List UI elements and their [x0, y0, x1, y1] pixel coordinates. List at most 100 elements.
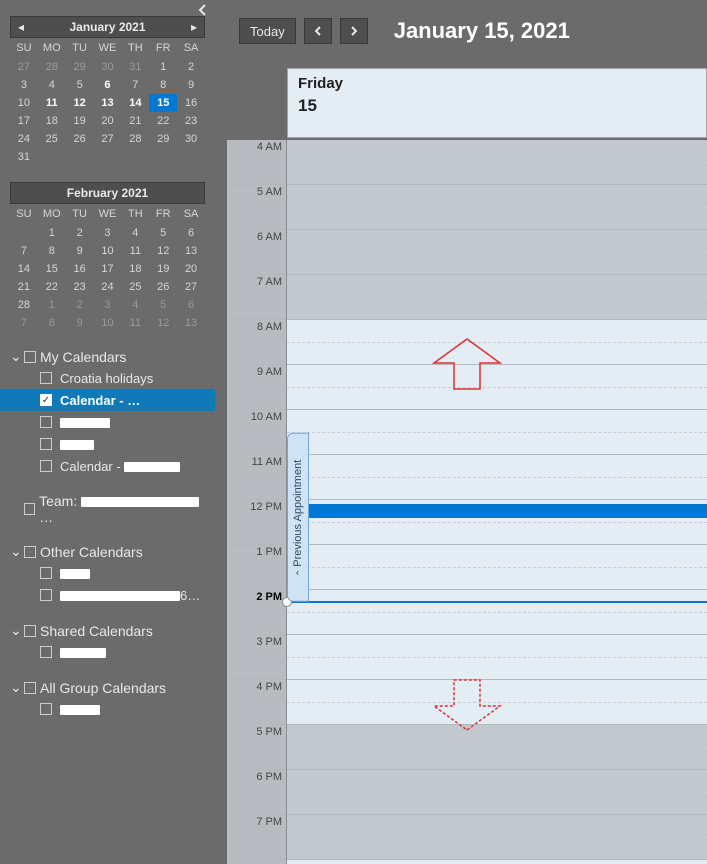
mini-calendar-day[interactable]: 29 [66, 58, 94, 76]
time-slot[interactable] [287, 230, 707, 275]
calendar-checkbox[interactable] [40, 703, 52, 715]
mini-calendar-day[interactable]: 13 [177, 314, 205, 332]
mini-calendar-day[interactable]: 2 [66, 296, 94, 314]
mini-calendar-day[interactable]: 27 [10, 58, 38, 76]
mini-cal-next-button[interactable]: ▸ [184, 20, 204, 34]
time-slot[interactable] [287, 680, 707, 725]
calendar-checkbox[interactable] [40, 646, 52, 658]
mini-calendar-day[interactable]: 21 [121, 112, 149, 130]
calendar-checkbox[interactable] [40, 589, 52, 601]
mini-calendar-day[interactable]: 3 [10, 76, 38, 94]
mini-calendar-day[interactable]: 28 [121, 130, 149, 148]
mini-calendar-day[interactable]: 14 [121, 94, 149, 112]
mini-calendar-day[interactable]: 12 [149, 242, 177, 260]
group-checkbox[interactable] [24, 546, 36, 558]
mini-calendar-day[interactable]: 5 [149, 224, 177, 242]
mini-calendar-day[interactable]: 6 [177, 224, 205, 242]
calendar-item[interactable] [0, 411, 215, 433]
mini-calendar-day[interactable]: 6 [177, 296, 205, 314]
mini-calendar-day[interactable]: 7 [10, 242, 38, 260]
time-slot[interactable] [287, 590, 707, 635]
mini-calendar-day[interactable]: 21 [10, 278, 38, 296]
mini-calendar-day[interactable]: 1 [38, 296, 66, 314]
calendar-item[interactable]: 62605.o... [0, 584, 215, 606]
mini-calendar-day[interactable]: 4 [38, 76, 66, 94]
mini-calendar-day[interactable]: 11 [121, 242, 149, 260]
mini-calendar-day[interactable]: 31 [121, 58, 149, 76]
mini-calendar-day[interactable]: 8 [149, 76, 177, 94]
group-checkbox[interactable] [24, 625, 36, 637]
mini-calendar-day[interactable]: 1 [149, 58, 177, 76]
mini-calendar-day[interactable]: 10 [94, 242, 122, 260]
time-slot[interactable] [287, 545, 707, 590]
mini-calendar-day[interactable]: 30 [94, 58, 122, 76]
calendar-group-header[interactable]: ⌄Other Calendars [0, 541, 215, 562]
time-slot[interactable] [287, 455, 707, 500]
mini-calendar-day[interactable]: 17 [94, 260, 122, 278]
mini-calendar-day[interactable]: 18 [38, 112, 66, 130]
group-checkbox[interactable] [24, 682, 36, 694]
mini-calendar-day[interactable]: 8 [38, 314, 66, 332]
mini-calendar-day[interactable]: 31 [10, 148, 38, 166]
prev-day-button[interactable] [304, 18, 332, 44]
calendar-item[interactable] [0, 562, 215, 584]
mini-calendar-day[interactable]: 20 [94, 112, 122, 130]
mini-calendar-day[interactable]: 29 [149, 130, 177, 148]
mini-calendar-day[interactable]: 9 [177, 76, 205, 94]
mini-calendar-day[interactable]: 6 [94, 76, 122, 94]
calendar-group-header[interactable]: ⌄My Calendars [0, 346, 215, 367]
day-header[interactable]: Friday 15 [287, 68, 707, 138]
mini-calendar-day[interactable]: 13 [177, 242, 205, 260]
mini-calendar-day[interactable]: 12 [66, 94, 94, 112]
time-slot[interactable] [287, 770, 707, 815]
calendar-item[interactable]: ✓Calendar - [0, 389, 215, 411]
calendar-item[interactable]: Croatia holidays [0, 367, 215, 389]
mini-calendar-day[interactable]: 11 [121, 314, 149, 332]
calendar-item[interactable] [0, 698, 215, 720]
mini-calendar-day[interactable]: 16 [177, 94, 205, 112]
mini-calendar-day[interactable]: 28 [38, 58, 66, 76]
mini-calendar-day[interactable]: 9 [66, 314, 94, 332]
mini-calendar-day[interactable]: 27 [94, 130, 122, 148]
mini-calendar-day[interactable]: 17 [10, 112, 38, 130]
calendar-checkbox[interactable] [40, 460, 52, 472]
mini-calendar-day[interactable]: 4 [121, 224, 149, 242]
mini-calendar-day[interactable]: 22 [149, 112, 177, 130]
mini-calendar-day[interactable]: 26 [66, 130, 94, 148]
mini-calendar-day[interactable]: 11 [38, 94, 66, 112]
mini-calendar-day[interactable]: 10 [10, 94, 38, 112]
mini-calendar-day[interactable]: 25 [121, 278, 149, 296]
group-checkbox[interactable] [24, 503, 36, 515]
today-button[interactable]: Today [239, 18, 296, 44]
mini-calendar-day[interactable]: 3 [94, 224, 122, 242]
calendar-checkbox[interactable] [40, 416, 52, 428]
mini-calendar-day[interactable]: 7 [121, 76, 149, 94]
calendar-checkbox[interactable]: ✓ [40, 394, 52, 406]
collapse-sidebar-icon[interactable] [195, 2, 211, 18]
mini-calendar-day[interactable]: 14 [10, 260, 38, 278]
mini-calendar-day[interactable]: 24 [10, 130, 38, 148]
calendar-item[interactable] [0, 641, 215, 663]
mini-calendar-day[interactable]: 20 [177, 260, 205, 278]
mini-calendar-day[interactable]: 13 [94, 94, 122, 112]
mini-calendar-day[interactable]: 2 [66, 224, 94, 242]
mini-calendar-day[interactable]: 25 [38, 130, 66, 148]
mini-calendar-day[interactable]: 22 [38, 278, 66, 296]
time-slot[interactable] [287, 365, 707, 410]
mini-calendar-day[interactable]: 23 [66, 278, 94, 296]
mini-calendar-day[interactable]: 15 [149, 94, 177, 112]
mini-calendar-day[interactable]: 8 [38, 242, 66, 260]
mini-calendar-day[interactable]: 4 [121, 296, 149, 314]
mini-calendar-day[interactable]: 18 [121, 260, 149, 278]
mini-calendar-day[interactable]: 28 [10, 296, 38, 314]
calendar-checkbox[interactable] [40, 438, 52, 450]
calendar-group-header[interactable]: Team: … [0, 491, 215, 527]
group-checkbox[interactable] [24, 351, 36, 363]
busy-indicator[interactable] [287, 504, 707, 518]
mini-cal-prev-button[interactable]: ◂ [11, 20, 31, 34]
time-slot[interactable] [287, 275, 707, 320]
mini-calendar-day[interactable]: 10 [94, 314, 122, 332]
mini-calendar-day[interactable]: 26 [149, 278, 177, 296]
next-day-button[interactable] [340, 18, 368, 44]
mini-calendar-day[interactable]: 19 [66, 112, 94, 130]
